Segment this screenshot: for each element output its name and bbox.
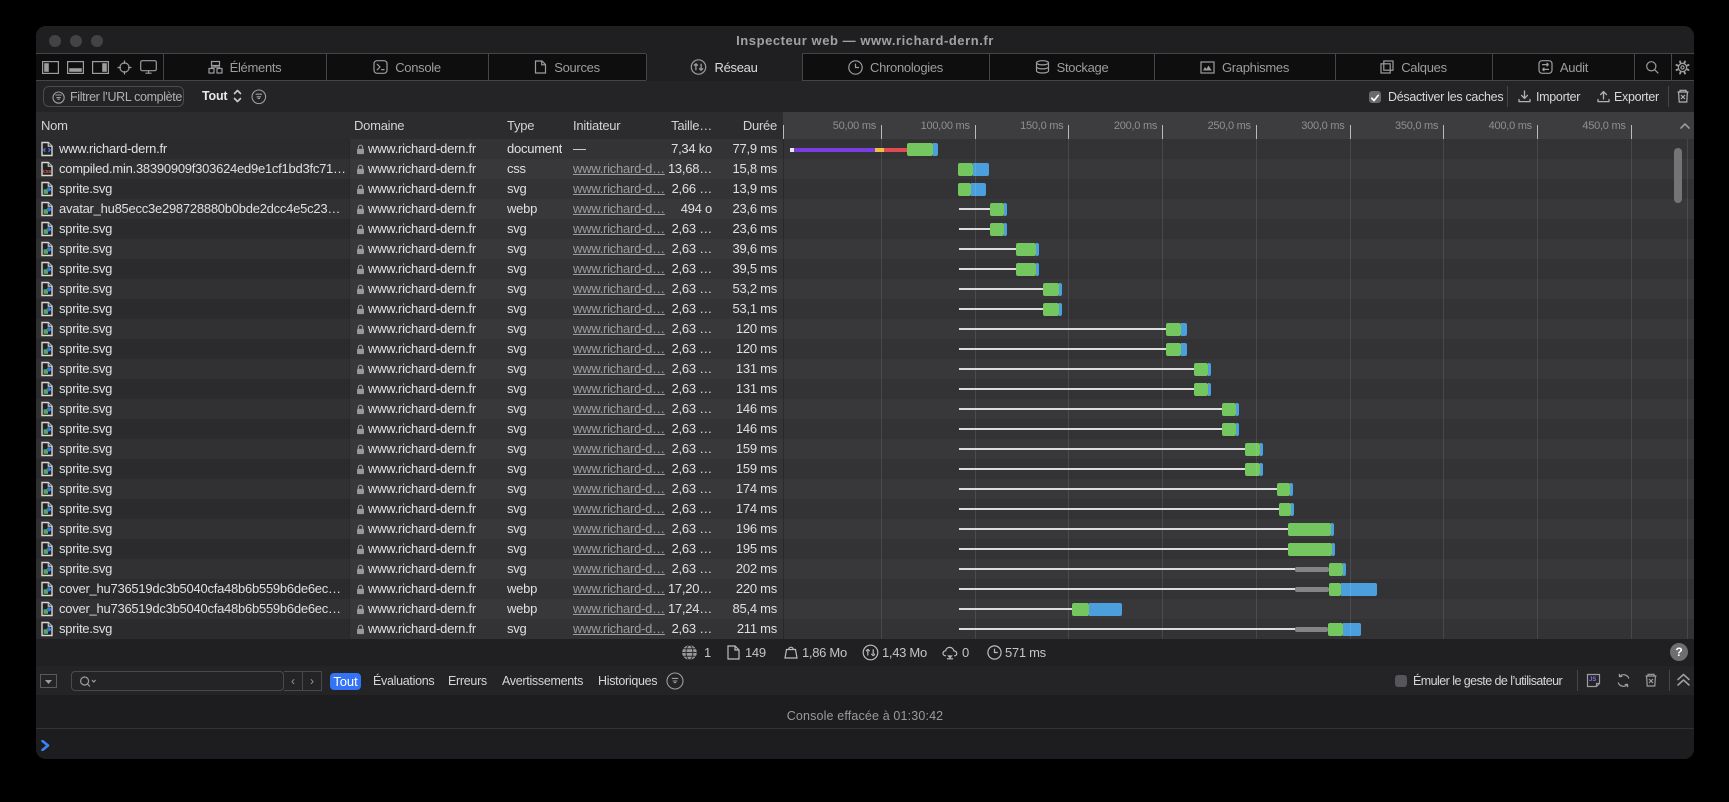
svg-text:JS: JS xyxy=(1589,677,1596,683)
svg-text:css: css xyxy=(43,169,52,175)
